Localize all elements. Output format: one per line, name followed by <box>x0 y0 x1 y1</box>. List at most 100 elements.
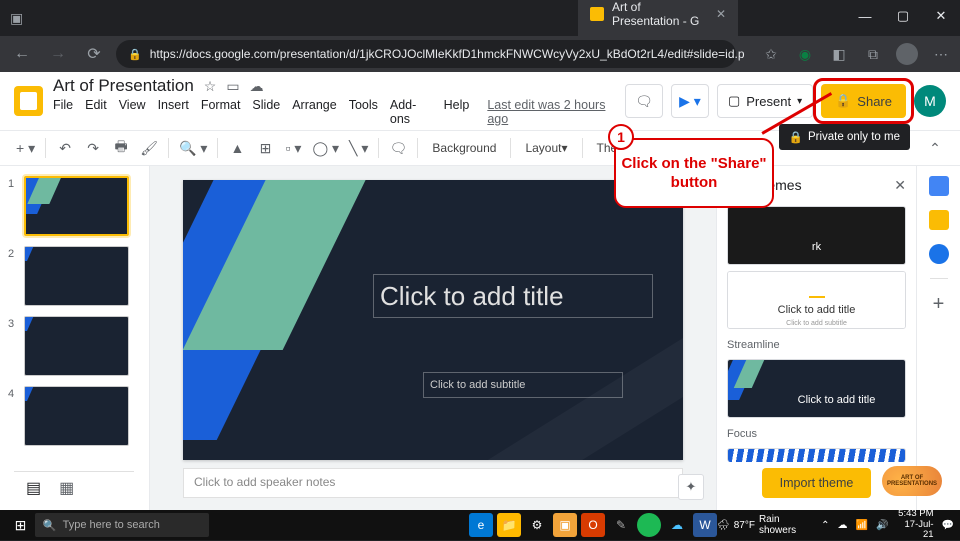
lock-icon: 🔒 <box>128 48 142 61</box>
taskbar-app-icon[interactable]: ⚙ <box>525 513 549 537</box>
taskbar-search[interactable]: 🔍 Type here to search <box>35 513 209 537</box>
speaker-notes[interactable]: Click to add speaker notes <box>183 468 683 498</box>
slide-thumbnail-1[interactable]: 1 <box>8 176 141 236</box>
undo-button[interactable]: ↶ <box>52 135 78 161</box>
slides-favicon-icon <box>590 7 604 21</box>
reload-button[interactable]: ⟳ <box>80 40 108 68</box>
theme-card[interactable]: Click to add title <box>727 359 906 418</box>
taskbar-app-icon[interactable]: ▣ <box>553 513 577 537</box>
calendar-addon-icon[interactable] <box>929 176 949 196</box>
url-field[interactable]: 🔒 https://docs.google.com/presentation/d… <box>116 40 736 68</box>
zoom-button[interactable]: 🔍 ▾ <box>175 135 211 161</box>
redo-button[interactable]: ↷ <box>80 135 106 161</box>
slide-thumbnail-2[interactable]: 2 <box>8 246 141 306</box>
slide-canvas[interactable]: Click to add title Click to add subtitle <box>183 180 683 460</box>
browser-tab-strip: ▣ Art of Presentation - G ✕ — ▢ ✕ <box>0 0 960 36</box>
menu-help[interactable]: Help <box>444 98 470 126</box>
taskbar-app-icon[interactable]: W <box>693 513 717 537</box>
theme-card[interactable]: Click to add titleClick to add subtitle <box>727 271 906 330</box>
weather-widget[interactable]: 🌧 87°F Rain showers <box>717 514 813 536</box>
get-addons-icon[interactable]: + <box>933 293 945 316</box>
minimize-button[interactable]: — <box>846 0 884 32</box>
share-button[interactable]: 🔒 Share <box>821 84 906 118</box>
start-button[interactable]: ⊞ <box>6 517 35 534</box>
paint-format-button[interactable]: 🖌 <box>136 135 162 161</box>
notifications-icon[interactable]: 💬 <box>942 520 954 531</box>
slide-thumbnail-3[interactable]: 3 <box>8 316 141 376</box>
browser-profile-icon[interactable] <box>896 43 918 65</box>
subtitle-placeholder[interactable]: Click to add subtitle <box>423 372 623 398</box>
comment-tool[interactable]: 🗨 <box>385 135 411 161</box>
slide-thumbnail-4[interactable]: 4 <box>8 386 141 446</box>
grid-view-icon[interactable]: ▦ <box>59 478 74 498</box>
taskbar-app-icon[interactable]: O <box>581 513 605 537</box>
close-window-button[interactable]: ✕ <box>922 0 960 32</box>
keep-addon-icon[interactable] <box>929 210 949 230</box>
slides-logo-icon[interactable] <box>14 86 43 116</box>
taskbar-app-icon[interactable]: e <box>469 513 493 537</box>
theme-card[interactable] <box>727 448 906 462</box>
menu-addons[interactable]: Add-ons <box>390 98 432 126</box>
cloud-status-icon[interactable]: ☁ <box>250 78 264 95</box>
menu-file[interactable]: File <box>53 98 73 126</box>
onedrive-icon[interactable]: ☁ <box>838 520 848 531</box>
back-button[interactable]: ← <box>8 40 36 68</box>
taskbar-app-icon[interactable] <box>637 513 661 537</box>
system-clock[interactable]: 5:43 PM 17-Jul-21 <box>896 509 933 540</box>
close-tab-icon[interactable]: ✕ <box>716 7 726 21</box>
menu-tools[interactable]: Tools <box>349 98 378 126</box>
taskbar-app-icon[interactable]: ☁ <box>665 513 689 537</box>
menu-insert[interactable]: Insert <box>158 98 189 126</box>
browser-address-bar: ← → ⟳ 🔒 https://docs.google.com/presenta… <box>0 36 960 72</box>
taskbar-app-icon[interactable]: ✎ <box>609 513 633 537</box>
slideshow-button[interactable]: ▶ ▾ <box>671 84 709 118</box>
move-icon[interactable]: ▭ <box>226 78 239 95</box>
theme-name: Focus <box>727 424 906 442</box>
maximize-button[interactable]: ▢ <box>884 0 922 32</box>
title-placeholder[interactable]: Click to add title <box>373 274 653 318</box>
close-panel-icon[interactable]: ✕ <box>894 177 906 194</box>
print-button[interactable]: 🖶 <box>108 135 134 161</box>
taskbar-app-icon[interactable]: 📁 <box>497 513 521 537</box>
lock-icon: 🔒 <box>835 93 851 109</box>
share-tooltip: 🔒 Private only to me <box>779 124 910 150</box>
star-icon[interactable]: ☆ <box>204 78 217 95</box>
menu-arrange[interactable]: Arrange <box>292 98 336 126</box>
textbox-tool[interactable]: ⊞ <box>252 135 278 161</box>
wifi-icon[interactable]: 📶 <box>856 520 868 531</box>
volume-icon[interactable]: 🔊 <box>876 520 888 531</box>
browser-tab-active[interactable]: Art of Presentation - G ✕ <box>578 0 738 36</box>
new-slide-button[interactable]: + ▾ <box>12 135 39 161</box>
forward-button[interactable]: → <box>44 40 72 68</box>
more-icon[interactable]: ⋯ <box>930 43 952 65</box>
favorite-icon[interactable]: ✩ <box>760 43 782 65</box>
filmstrip-view-icon[interactable]: ▤ <box>26 478 41 498</box>
import-theme-button[interactable]: Import theme <box>762 468 872 498</box>
filmstrip[interactable]: 1 2 3 4 <box>0 166 150 510</box>
image-tool[interactable]: ▫ ▾ <box>280 135 306 161</box>
last-edit-link[interactable]: Last edit was 2 hours ago <box>487 98 615 126</box>
background-button[interactable]: Background <box>424 135 504 161</box>
tabs-overview-icon[interactable]: ▣ <box>10 0 38 36</box>
menu-edit[interactable]: Edit <box>85 98 107 126</box>
shape-tool[interactable]: ◯ ▾ <box>308 135 343 161</box>
layout-button[interactable]: Layout ▾ <box>517 135 575 161</box>
window-controls: — ▢ ✕ <box>846 0 960 32</box>
tasks-addon-icon[interactable] <box>929 244 949 264</box>
collections-icon[interactable]: ⧉ <box>862 43 884 65</box>
tray-chevron-icon[interactable]: ⌃ <box>821 520 829 531</box>
collapse-toolbar-icon[interactable]: ⌃ <box>922 135 948 161</box>
menu-slide[interactable]: Slide <box>252 98 280 126</box>
extension-icon-1[interactable]: ◉ <box>794 43 816 65</box>
line-tool[interactable]: ╲ ▾ <box>345 135 372 161</box>
account-avatar[interactable]: M <box>914 85 946 117</box>
search-icon: 🔍 <box>43 519 57 532</box>
theme-card[interactable]: rk <box>727 206 906 265</box>
comments-button[interactable]: 🗨 <box>625 84 663 118</box>
select-tool[interactable]: ▲ <box>224 135 250 161</box>
explore-button[interactable]: ✦ <box>678 474 704 500</box>
document-title[interactable]: Art of Presentation <box>53 76 194 96</box>
menu-format[interactable]: Format <box>201 98 241 126</box>
extension-icon-2[interactable]: ◧ <box>828 43 850 65</box>
menu-view[interactable]: View <box>119 98 146 126</box>
